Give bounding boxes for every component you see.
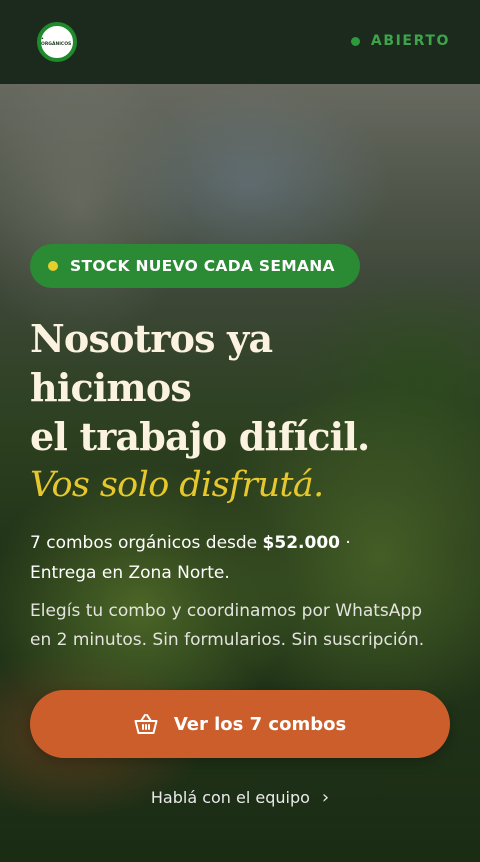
- status-label: ABIERTO: [370, 33, 450, 49]
- subtitle-line-2: Entrega en Zona Norte.: [30, 563, 230, 583]
- contact-team-label: Hablá con el equipo: [150, 788, 310, 807]
- logo-text: • ORGÁNICOS: [41, 37, 72, 47]
- headline-line-2: hicimos: [30, 365, 192, 410]
- subtitle-prefix: 7 combos orgánicos desde: [30, 533, 263, 553]
- status-dot-icon: [350, 36, 360, 46]
- badge-dot-icon: [48, 261, 58, 271]
- hero-headline: Nosotros ya hicimos el trabajo difícil. …: [30, 314, 460, 510]
- stock-badge: STOCK NUEVO CADA SEMANA: [30, 244, 360, 288]
- hero-description: Elegís tu combo y coordinamos por WhatsA…: [30, 597, 460, 655]
- subtitle-price: $52.000: [262, 533, 340, 553]
- brand-logo[interactable]: • ORGÁNICOS: [37, 22, 77, 62]
- basket-icon: [134, 713, 158, 735]
- subtitle-suffix: ·: [339, 533, 351, 553]
- description-line-2: en 2 minutos. Sin formularios. Sin suscr…: [30, 630, 425, 650]
- status-indicator: ABIERTO: [350, 33, 450, 49]
- headline-line-3: el trabajo difícil.: [30, 414, 370, 459]
- badge-label: STOCK NUEVO CADA SEMANA: [70, 257, 335, 275]
- top-bar: • ORGÁNICOS ABIERTO: [0, 0, 480, 84]
- view-combos-button[interactable]: Ver los 7 combos: [30, 690, 450, 758]
- hero-subtitle: 7 combos orgánicos desde $52.000 · Entre…: [30, 528, 460, 588]
- contact-team-link[interactable]: Hablá con el equipo ›: [0, 788, 480, 807]
- headline-accent: Vos solo disfrutá.: [30, 465, 324, 505]
- cta-label: Ver los 7 combos: [173, 713, 347, 735]
- description-line-1: Elegís tu combo y coordinamos por WhatsA…: [30, 601, 422, 621]
- chevron-right-icon: ›: [321, 786, 330, 808]
- headline-line-1: Nosotros ya: [30, 316, 273, 361]
